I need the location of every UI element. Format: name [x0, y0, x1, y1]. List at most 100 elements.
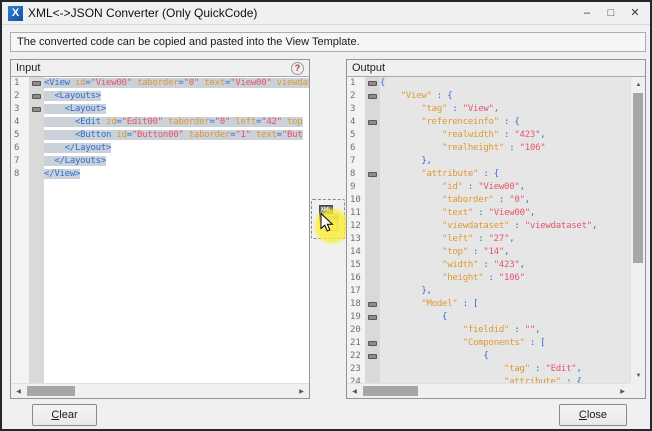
fold-spacer	[365, 363, 380, 376]
fold-spacer	[29, 116, 44, 129]
fold-marker[interactable]	[29, 77, 44, 90]
fold-spacer	[365, 285, 380, 298]
line-number: 11	[347, 207, 365, 220]
fold-spacer	[365, 207, 380, 220]
fold-spacer	[365, 376, 380, 383]
input-editor-body[interactable]: 12345678 <View id="View00" taborder="0" …	[11, 77, 309, 398]
fold-marker[interactable]	[365, 168, 380, 181]
line-number: 8	[11, 168, 29, 181]
code-line: <Button id="Button00" taborder="1" text=…	[44, 129, 309, 142]
close-button-label: Close	[579, 405, 607, 425]
fold-marker[interactable]	[365, 116, 380, 129]
output-h-scrollbar[interactable]: ◀ ▶	[347, 383, 630, 398]
line-number: 10	[347, 194, 365, 207]
line-number: 23	[347, 363, 365, 376]
fold-marker[interactable]	[365, 311, 380, 324]
scroll-right-icon[interactable]: ▶	[615, 384, 630, 398]
code-line: <Edit id="Edit00" taborder="0" left="42"…	[44, 116, 309, 129]
scrollbar-corner	[630, 383, 645, 398]
code-line: "text" : "View00",	[380, 207, 630, 220]
input-code-area[interactable]: <View id="View00" taborder="0" text="Vie…	[44, 77, 309, 383]
code-line: "Components" : [	[380, 337, 630, 350]
line-number: 4	[11, 116, 29, 129]
fold-spacer	[29, 142, 44, 155]
line-number: 9	[347, 181, 365, 194]
code-line: "fieldid" : "",	[380, 324, 630, 337]
input-h-scrollbar[interactable]: ◀ ▶	[11, 383, 309, 398]
line-number: 22	[347, 350, 365, 363]
line-number: 6	[347, 142, 365, 155]
code-line: "Model" : [	[380, 298, 630, 311]
code-line: {	[380, 77, 630, 90]
output-panel: Output 123456789101112131415161718192021…	[346, 59, 646, 399]
h-scroll-thumb[interactable]	[27, 386, 75, 396]
line-number: 8	[347, 168, 365, 181]
line-number: 3	[11, 103, 29, 116]
input-panel-title: Input	[16, 62, 40, 74]
window-controls: – □ ✕	[578, 4, 644, 22]
input-panel-header: Input ?	[11, 60, 309, 77]
line-number: 1	[11, 77, 29, 90]
fold-spacer	[365, 142, 380, 155]
fold-marker[interactable]	[365, 298, 380, 311]
v-scroll-thumb[interactable]	[633, 93, 643, 263]
fold-spacer	[365, 324, 380, 337]
fold-spacer	[365, 246, 380, 259]
code-line: "referenceinfo" : {	[380, 116, 630, 129]
code-line: "tag" : "Edit",	[380, 363, 630, 376]
code-line: },	[380, 155, 630, 168]
line-number: 4	[347, 116, 365, 129]
code-line: {	[380, 350, 630, 363]
output-code-area[interactable]: { "View" : { "tag" : "View", "referencei…	[380, 77, 630, 383]
code-line: "viewdataset" : "viewdataset",	[380, 220, 630, 233]
code-line: "View" : {	[380, 90, 630, 103]
code-line: "top" : "14",	[380, 246, 630, 259]
fold-marker[interactable]	[365, 90, 380, 103]
fold-spacer	[365, 181, 380, 194]
line-number: 1	[347, 77, 365, 90]
scroll-left-icon[interactable]: ◀	[11, 384, 26, 398]
code-line: "left" : "27",	[380, 233, 630, 246]
fold-spacer	[365, 155, 380, 168]
code-line: "taborder" : "0",	[380, 194, 630, 207]
close-button[interactable]: Close	[559, 404, 627, 426]
fold-marker[interactable]	[365, 337, 380, 350]
converter-window: X XML<->JSON Converter (Only QuickCode) …	[0, 0, 652, 431]
code-line: "realwidth" : "423",	[380, 129, 630, 142]
fold-marker[interactable]	[365, 77, 380, 90]
code-line: </Layouts>	[44, 155, 309, 168]
scroll-left-icon[interactable]: ◀	[347, 384, 362, 398]
window-title: XML<->JSON Converter (Only QuickCode)	[28, 6, 257, 20]
close-icon[interactable]: ✕	[626, 4, 644, 22]
code-line: </Layout>	[44, 142, 309, 155]
minimize-icon[interactable]: –	[578, 4, 596, 22]
line-number: 3	[347, 103, 365, 116]
fold-spacer	[29, 155, 44, 168]
code-line: <View id="View00" taborder="0" text="Vie…	[44, 77, 309, 90]
help-icon[interactable]: ?	[291, 62, 304, 75]
line-number: 7	[11, 155, 29, 168]
code-line: </View>	[44, 168, 309, 181]
code-line: <Layouts>	[44, 90, 309, 103]
clear-button[interactable]: Clear	[32, 404, 97, 426]
line-number: 16	[347, 272, 365, 285]
fold-marker[interactable]	[29, 90, 44, 103]
input-fold-column	[29, 77, 44, 383]
code-line: "realheight" : "106"	[380, 142, 630, 155]
line-number: 14	[347, 246, 365, 259]
maximize-icon[interactable]: □	[602, 4, 620, 22]
fold-marker[interactable]	[365, 350, 380, 363]
fold-spacer	[365, 272, 380, 285]
fold-marker[interactable]	[29, 103, 44, 116]
scroll-right-icon[interactable]: ▶	[294, 384, 309, 398]
output-panel-header: Output	[347, 60, 645, 77]
line-number: 17	[347, 285, 365, 298]
output-v-scrollbar[interactable]: ▲ ▼	[630, 77, 645, 383]
output-panel-title: Output	[352, 62, 385, 74]
title-bar[interactable]: X XML<->JSON Converter (Only QuickCode) …	[2, 2, 650, 25]
scroll-down-icon[interactable]: ▼	[631, 368, 645, 383]
scroll-up-icon[interactable]: ▲	[631, 77, 645, 92]
line-number: 12	[347, 220, 365, 233]
output-editor-body[interactable]: 123456789101112131415161718192021222324 …	[347, 77, 645, 398]
h-scroll-thumb[interactable]	[363, 386, 418, 396]
